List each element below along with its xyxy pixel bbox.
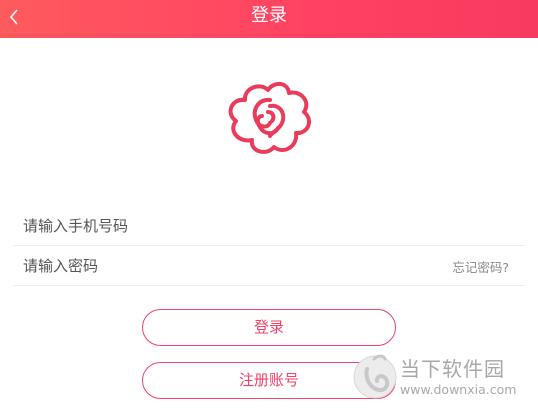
forgot-password-link[interactable]: 忘记密码?: [452, 257, 509, 276]
watermark-name: 当下软件园: [400, 357, 505, 381]
password-field[interactable]: 请输入密码 忘记密码?: [13, 245, 525, 286]
phone-field[interactable]: 请输入手机号码: [13, 205, 525, 246]
watermark-url: www.downxia.com: [400, 382, 517, 397]
watermark: 当下软件园 www.downxia.com: [352, 351, 538, 403]
watermark-logo-icon: [353, 354, 397, 399]
page-title: 登录: [251, 5, 287, 26]
app-header: 登录: [0, 0, 538, 38]
phone-input-placeholder[interactable]: 请输入手机号码: [23, 215, 128, 236]
flower-logo-icon: [228, 82, 312, 154]
login-button[interactable]: 登录: [142, 309, 396, 346]
password-input-placeholder[interactable]: 请输入密码: [23, 255, 98, 276]
